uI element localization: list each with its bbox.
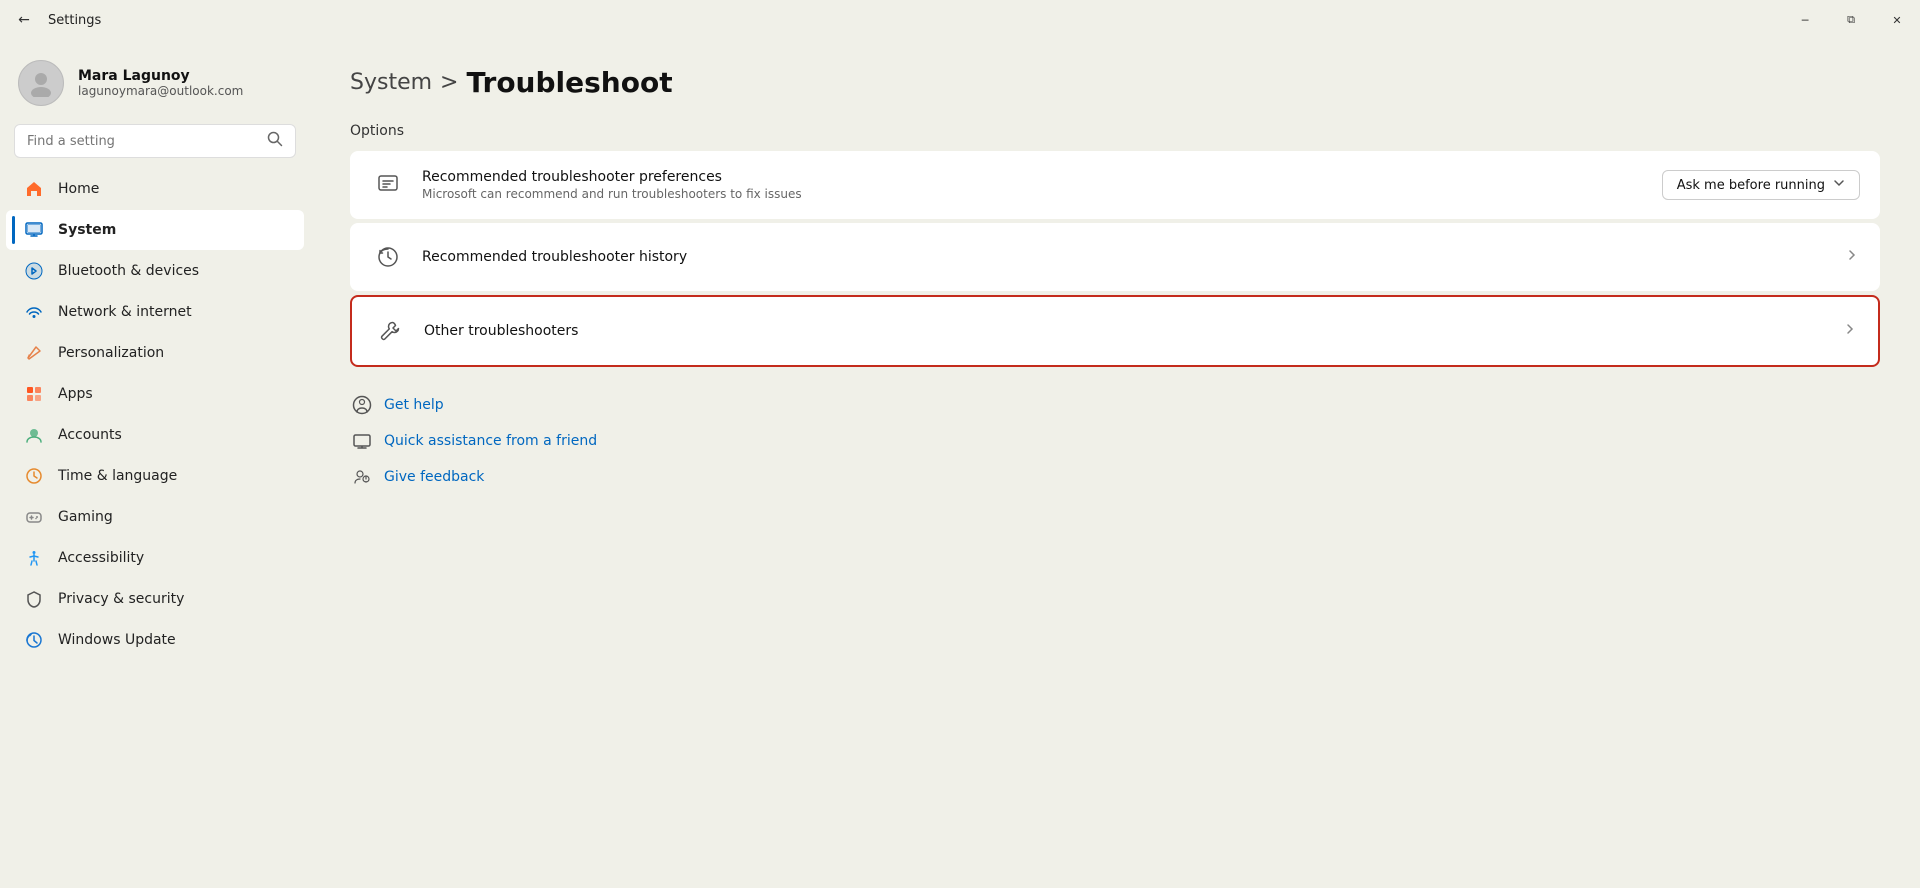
sidebar-item-accounts-label: Accounts bbox=[58, 427, 122, 443]
main-layout: Mara Lagunoy lagunoymara@outlook.com bbox=[0, 36, 1920, 888]
accessibility-icon bbox=[24, 548, 44, 568]
sidebar-item-privacy-label: Privacy & security bbox=[58, 591, 184, 607]
sidebar-item-time[interactable]: Time & language bbox=[6, 456, 304, 496]
history-icon bbox=[370, 239, 406, 275]
other-troubleshooters-card: Other troubleshooters bbox=[350, 295, 1880, 367]
recommended-history-row[interactable]: Recommended troubleshooter history bbox=[350, 223, 1880, 291]
user-name: Mara Lagunoy bbox=[78, 68, 243, 84]
sidebar-item-gaming-label: Gaming bbox=[58, 509, 113, 525]
minimize-button[interactable]: ─ bbox=[1782, 2, 1828, 38]
recommended-prefs-card: Recommended troubleshooter preferences M… bbox=[350, 151, 1880, 219]
recommended-history-title: Recommended troubleshooter history bbox=[422, 249, 1844, 265]
sidebar-item-system-label: System bbox=[58, 222, 116, 238]
personalization-icon bbox=[24, 343, 44, 363]
wrench-icon bbox=[372, 313, 408, 349]
quick-assist-link[interactable]: Quick assistance from a friend bbox=[350, 423, 1880, 459]
apps-icon bbox=[24, 384, 44, 404]
section-label: Options bbox=[350, 123, 1880, 139]
recommended-prefs-subtitle: Microsoft can recommend and run troubles… bbox=[422, 187, 1662, 201]
titlebar: ← Settings ─ ⧉ ✕ bbox=[0, 0, 1920, 36]
quick-assist-icon bbox=[350, 429, 374, 453]
home-icon bbox=[24, 179, 44, 199]
recommended-prefs-title: Recommended troubleshooter preferences bbox=[422, 169, 1662, 185]
give-feedback-link[interactable]: Give feedback bbox=[350, 459, 1880, 495]
content-area: System > Troubleshoot Options Recommende… bbox=[310, 36, 1920, 888]
recommended-history-card: Recommended troubleshooter history bbox=[350, 223, 1880, 291]
other-troubleshooters-action bbox=[1842, 321, 1858, 341]
search-container bbox=[0, 124, 310, 168]
sidebar-item-accessibility-label: Accessibility bbox=[58, 550, 144, 566]
chevron-right-icon bbox=[1844, 247, 1860, 267]
titlebar-left: ← Settings bbox=[0, 6, 101, 34]
system-icon bbox=[24, 220, 44, 240]
sidebar-item-home[interactable]: Home bbox=[6, 169, 304, 209]
update-icon bbox=[24, 630, 44, 650]
get-help-label: Get help bbox=[384, 397, 444, 413]
sidebar-item-time-label: Time & language bbox=[58, 468, 177, 484]
app-title: Settings bbox=[48, 13, 101, 28]
quick-assist-label: Quick assistance from a friend bbox=[384, 433, 597, 449]
sidebar-item-bluetooth-label: Bluetooth & devices bbox=[58, 263, 199, 279]
sidebar-item-accounts[interactable]: Accounts bbox=[6, 415, 304, 455]
gaming-icon bbox=[24, 507, 44, 527]
search-box[interactable] bbox=[14, 124, 296, 158]
privacy-icon bbox=[24, 589, 44, 609]
recommended-history-action bbox=[1844, 247, 1860, 267]
window-controls: ─ ⧉ ✕ bbox=[1782, 2, 1920, 38]
chevron-down-icon bbox=[1833, 177, 1845, 193]
search-icon bbox=[267, 131, 283, 151]
sidebar-item-update-label: Windows Update bbox=[58, 632, 176, 648]
sidebar-item-bluetooth[interactable]: Bluetooth & devices bbox=[6, 251, 304, 291]
search-input[interactable] bbox=[27, 134, 259, 149]
network-icon bbox=[24, 302, 44, 322]
sidebar-item-gaming[interactable]: Gaming bbox=[6, 497, 304, 537]
give-feedback-icon bbox=[350, 465, 374, 489]
get-help-link[interactable]: Get help bbox=[350, 387, 1880, 423]
recommended-prefs-row[interactable]: Recommended troubleshooter preferences M… bbox=[350, 151, 1880, 219]
user-info: Mara Lagunoy lagunoymara@outlook.com bbox=[78, 68, 243, 98]
recommended-history-text: Recommended troubleshooter history bbox=[422, 249, 1844, 265]
sidebar-nav: Home System bbox=[0, 169, 310, 660]
breadcrumb-separator: > bbox=[440, 70, 458, 95]
sidebar-item-personalization[interactable]: Personalization bbox=[6, 333, 304, 373]
restore-button[interactable]: ⧉ bbox=[1828, 2, 1874, 38]
recommended-prefs-action: Ask me before running bbox=[1662, 170, 1860, 200]
sidebar-item-apps[interactable]: Apps bbox=[6, 374, 304, 414]
get-help-icon bbox=[350, 393, 374, 417]
accounts-icon bbox=[24, 425, 44, 445]
sidebar-item-privacy[interactable]: Privacy & security bbox=[6, 579, 304, 619]
recommended-prefs-text: Recommended troubleshooter preferences M… bbox=[422, 169, 1662, 201]
other-troubleshooters-title: Other troubleshooters bbox=[424, 323, 1842, 339]
sidebar-item-home-label: Home bbox=[58, 181, 99, 197]
back-button[interactable]: ← bbox=[10, 6, 38, 34]
breadcrumb-parent[interactable]: System bbox=[350, 70, 432, 95]
sidebar-item-system[interactable]: System bbox=[6, 210, 304, 250]
troubleshooter-prefs-icon bbox=[370, 167, 406, 203]
give-feedback-label: Give feedback bbox=[384, 469, 484, 485]
chevron-right-icon-2 bbox=[1842, 321, 1858, 341]
sidebar-item-apps-label: Apps bbox=[58, 386, 93, 402]
links-section: Get help Quick assistance from a friend bbox=[350, 387, 1880, 495]
sidebar-item-network[interactable]: Network & internet bbox=[6, 292, 304, 332]
avatar bbox=[18, 60, 64, 106]
sidebar-item-personalization-label: Personalization bbox=[58, 345, 164, 361]
other-troubleshooters-row[interactable]: Other troubleshooters bbox=[352, 297, 1878, 365]
sidebar-item-update[interactable]: Windows Update bbox=[6, 620, 304, 660]
user-profile[interactable]: Mara Lagunoy lagunoymara@outlook.com bbox=[0, 46, 310, 124]
breadcrumb-current: Troubleshoot bbox=[466, 66, 672, 99]
troubleshooter-prefs-dropdown[interactable]: Ask me before running bbox=[1662, 170, 1860, 200]
time-icon bbox=[24, 466, 44, 486]
close-button[interactable]: ✕ bbox=[1874, 2, 1920, 38]
bluetooth-icon bbox=[24, 261, 44, 281]
breadcrumb: System > Troubleshoot bbox=[350, 66, 1880, 99]
sidebar-item-accessibility[interactable]: Accessibility bbox=[6, 538, 304, 578]
sidebar-item-network-label: Network & internet bbox=[58, 304, 192, 320]
other-troubleshooters-text: Other troubleshooters bbox=[424, 323, 1842, 339]
user-email: lagunoymara@outlook.com bbox=[78, 84, 243, 98]
sidebar: Mara Lagunoy lagunoymara@outlook.com bbox=[0, 36, 310, 888]
